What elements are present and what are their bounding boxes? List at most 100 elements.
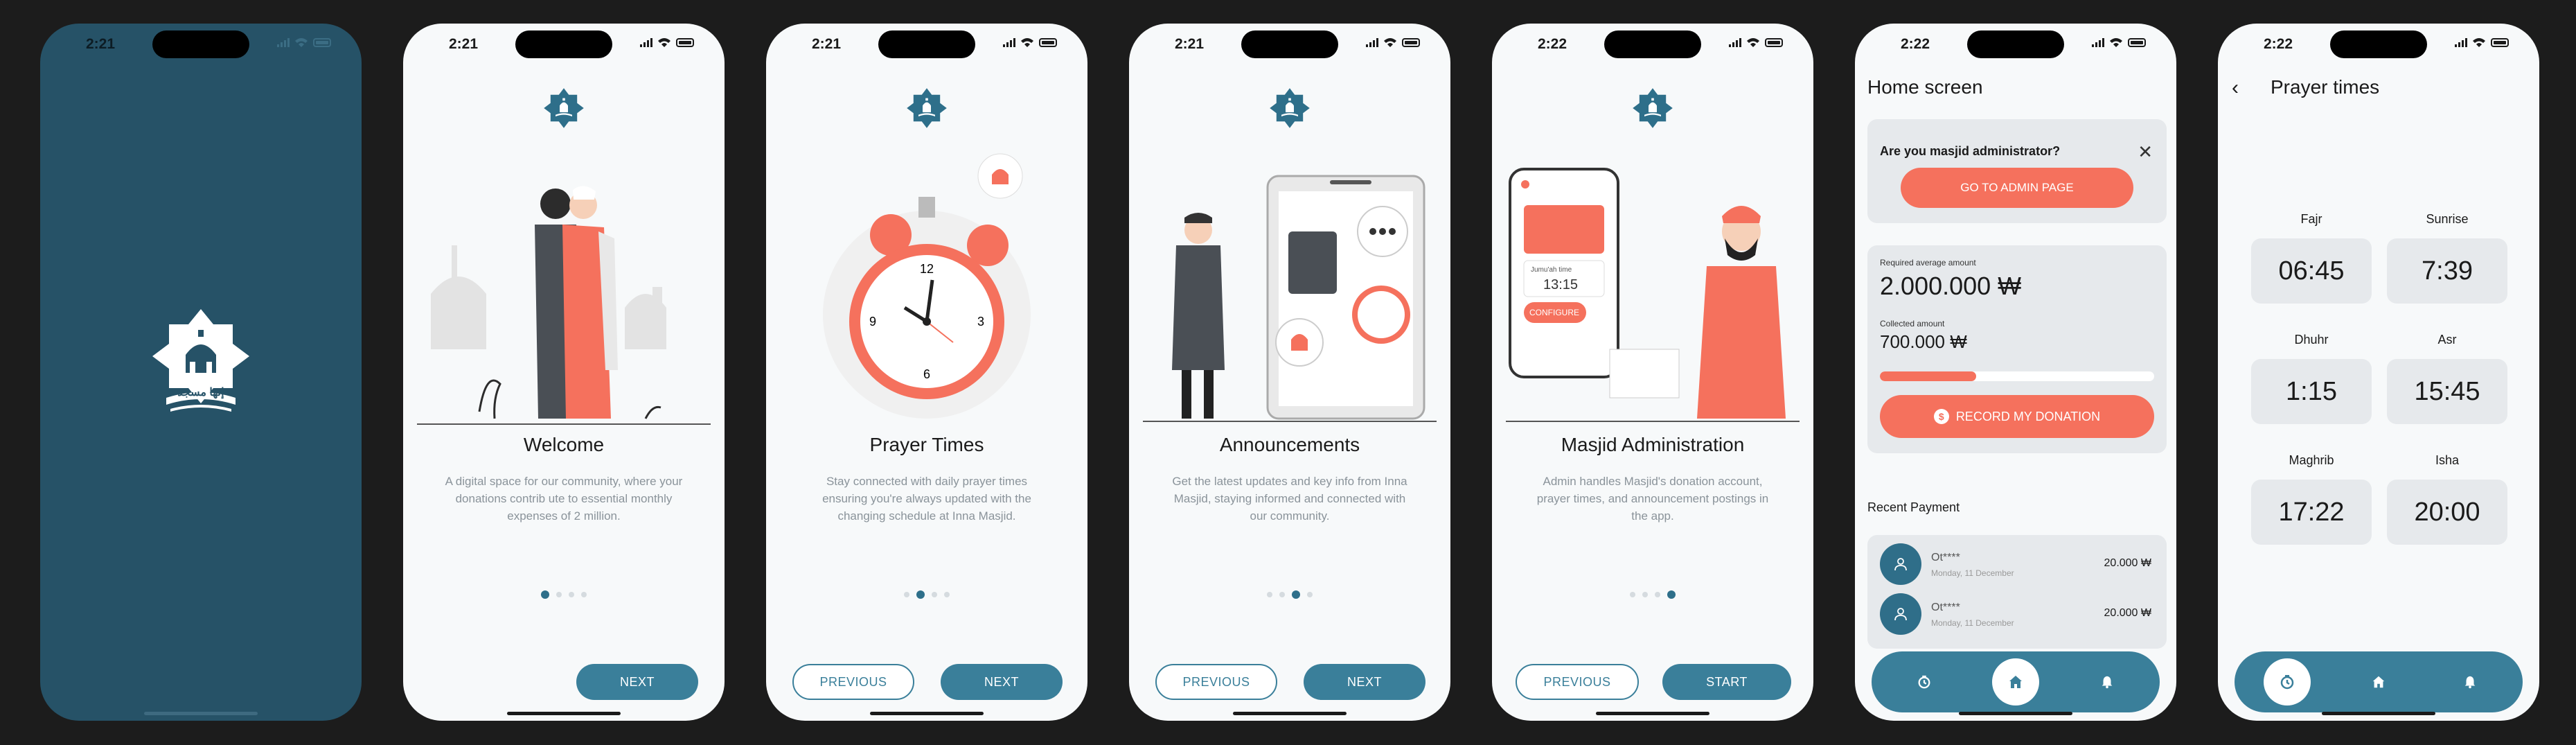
start-button[interactable]: START (1662, 664, 1791, 700)
payment-amount: 20.000 ₩ (2104, 557, 2151, 569)
status-icons (2092, 37, 2146, 47)
nav-prayer-times[interactable] (1901, 658, 1948, 705)
illus-time-value: 13:15 (1543, 277, 1579, 292)
list-item[interactable]: Ot**** Monday, 11 December 20.000 ₩ (1880, 543, 2154, 586)
nav-announcements[interactable] (2084, 658, 2131, 705)
status-bar: 2:22 (1855, 24, 2176, 65)
battery-icon (1402, 37, 1420, 47)
announcements-illustration (1143, 175, 1437, 422)
user-icon (1892, 556, 1909, 572)
page-indicator (403, 590, 725, 599)
signal-icon (277, 37, 290, 47)
status-bar: 2:22 (1492, 24, 1813, 65)
prayer-time: 06:45 (2251, 238, 2372, 304)
dynamic-island (152, 30, 249, 58)
bottom-nav (1872, 651, 2160, 712)
prayer-time: 15:45 (2387, 359, 2507, 424)
dynamic-island (1967, 30, 2064, 58)
recent-payment-title: Recent Payment (1867, 500, 1960, 514)
dynamic-island (878, 30, 975, 58)
back-arrow-icon[interactable]: ‹ (2232, 76, 2239, 100)
admin-illustration: Jumu'ah time 13:15 CONFIGURE (1506, 141, 1800, 432)
battery-icon (313, 37, 331, 47)
go-to-admin-button[interactable]: GO TO ADMIN PAGE (1901, 168, 2133, 208)
avatar (1880, 593, 1921, 635)
onboarding-title: Masjid Administration (1561, 434, 1745, 455)
wifi-icon (658, 38, 670, 47)
signal-icon (1729, 37, 1741, 47)
nav-home[interactable] (2355, 658, 2402, 705)
status-icons (640, 37, 694, 47)
status-icons (1729, 37, 1783, 47)
wifi-icon (1384, 38, 1396, 47)
signal-icon (640, 37, 652, 47)
status-time: 2:21 (1175, 36, 1205, 52)
signal-icon (2455, 37, 2467, 47)
nav-prayer-times[interactable] (2264, 658, 2311, 705)
page-dot (1279, 592, 1285, 597)
battery-icon (1765, 37, 1783, 47)
page-dot-active (541, 590, 549, 599)
onboarding-description: Admin handles Masjid's donation account,… (1536, 475, 1769, 523)
nav-announcements[interactable] (2446, 658, 2494, 705)
previous-button[interactable]: PREVIOUS (792, 664, 914, 700)
admin-prompt-card: Are you masjid administrator? ✕ GO TO AD… (1867, 119, 2167, 223)
home-indicator (870, 712, 984, 715)
illus-time-label: Jumu'ah time (1531, 266, 1572, 274)
status-icons (1003, 37, 1057, 47)
onboarding-title: Prayer Times (869, 434, 984, 455)
page-dot (904, 592, 909, 597)
bell-icon (2462, 674, 2478, 690)
onboarding-description: Get the latest updates and key info from… (1172, 475, 1407, 523)
onboarding-title: Announcements (1219, 434, 1360, 455)
page-indicator (766, 590, 1087, 599)
status-bar: 2:22 (2218, 24, 2539, 65)
wifi-icon (1747, 38, 1759, 47)
page-dot (932, 592, 937, 597)
prayer-time: 1:15 (2251, 359, 2372, 424)
payer-name: Ot**** (1931, 552, 1960, 563)
app-logo-icon (906, 87, 948, 129)
battery-icon (2128, 37, 2146, 47)
previous-button[interactable]: PREVIOUS (1516, 664, 1639, 700)
svg-text:12: 12 (920, 262, 934, 276)
status-time: 2:21 (86, 36, 116, 52)
prayer-name: Fajr (2300, 212, 2322, 226)
status-time: 2:21 (449, 36, 479, 52)
wifi-icon (2110, 38, 2122, 47)
svg-text:9: 9 (869, 315, 876, 328)
recent-payment-list: Ot**** Monday, 11 December 20.000 ₩ Ot**… (1867, 535, 2167, 649)
status-bar: 2:21 (403, 24, 725, 65)
prayer-name: Asr (2437, 333, 2457, 347)
page-dot-active (1667, 590, 1676, 599)
app-logo-icon (1632, 87, 1673, 129)
progress-fill (1880, 371, 1976, 381)
onboarding-description: Stay connected with daily prayer times e… (822, 475, 1031, 523)
status-icons (277, 37, 331, 47)
home-indicator (1233, 712, 1347, 715)
next-button[interactable]: NEXT (1304, 664, 1425, 700)
nav-home[interactable] (1992, 658, 2039, 705)
close-icon[interactable]: ✕ (2138, 141, 2153, 163)
payment-date: Monday, 11 December (1931, 568, 2014, 578)
stopwatch-icon (1917, 674, 1932, 690)
next-button[interactable]: NEXT (941, 664, 1063, 700)
bottom-nav (2235, 651, 2523, 712)
previous-button[interactable]: PREVIOUS (1155, 664, 1277, 700)
illus-configure-button: CONFIGURE (1529, 308, 1579, 317)
record-donation-button[interactable]: $ RECORD MY DONATION (1880, 395, 2154, 438)
home-icon (2371, 674, 2386, 690)
next-button[interactable]: NEXT (576, 664, 698, 700)
svg-text:6: 6 (923, 367, 930, 381)
payer-name: Ot**** (1931, 602, 1960, 613)
home-indicator (144, 712, 258, 715)
collected-amount: 700.000 ₩ (1880, 331, 1967, 352)
page-dot-active (916, 590, 925, 599)
onboarding-prayer-screen: 2:21 12 3 6 9 Prayer Times Stay connecte… (766, 24, 1087, 721)
prayer-name: Dhuhr (2294, 333, 2329, 347)
onboarding-welcome-screen: 2:21 Welcome A digital space for our com… (403, 24, 725, 721)
status-bar: 2:21 (40, 24, 362, 65)
status-time: 2:22 (1901, 36, 1930, 52)
home-indicator (2322, 712, 2435, 715)
list-item[interactable]: Ot**** Monday, 11 December 20.000 ₩ (1880, 593, 2154, 636)
